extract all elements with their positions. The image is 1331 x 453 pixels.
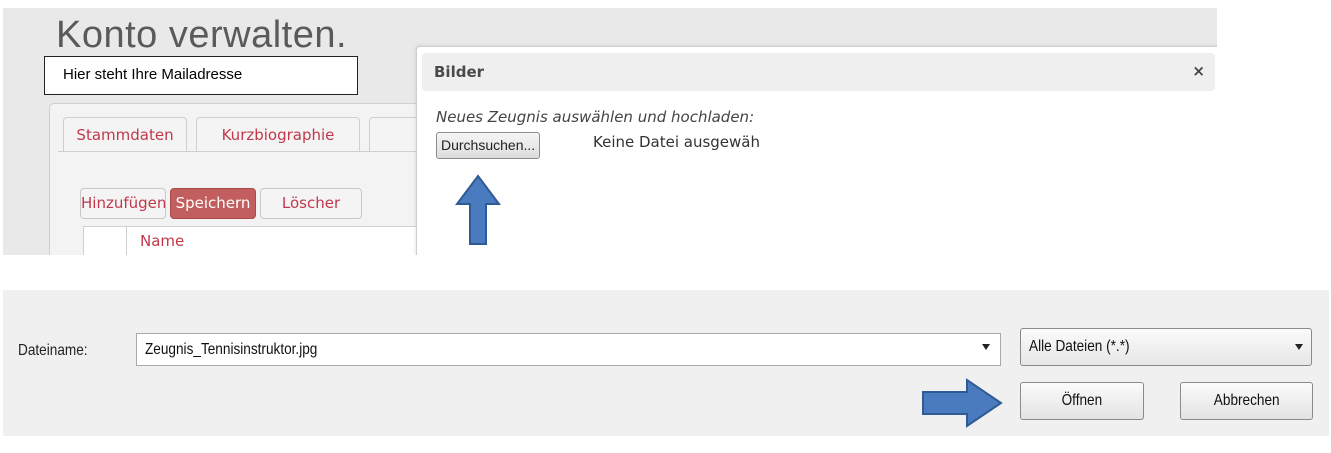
filename-label: Dateiname: bbox=[18, 342, 88, 359]
add-button[interactable]: Hinzufügen bbox=[80, 188, 166, 219]
image-upload-dialog: Bilder × Neues Zeugnis auswählen und hoc… bbox=[416, 46, 1217, 255]
arrow-right-icon bbox=[922, 378, 1003, 428]
account-page-screenshot: Konto verwalten. Stammdaten Kurzbiograph… bbox=[3, 8, 1217, 255]
dialog-title: Bilder bbox=[434, 63, 485, 81]
upload-prompt: Neues Zeugnis auswählen und hochladen: bbox=[436, 108, 755, 126]
selected-file-status: Keine Datei ausgewäh bbox=[593, 133, 761, 151]
grid-column-header-name[interactable]: Name bbox=[140, 232, 184, 250]
delete-button[interactable]: Löscher bbox=[260, 188, 362, 219]
file-open-dialog: Dateiname: Zeugnis_Tennisinstruktor.jpg … bbox=[3, 290, 1329, 436]
grid-column-divider bbox=[126, 226, 127, 255]
tab-stammdaten[interactable]: Stammdaten bbox=[63, 117, 187, 152]
email-annotation-box: Hier steht Ihre Mailadresse bbox=[44, 56, 358, 95]
chevron-down-icon[interactable] bbox=[1295, 344, 1303, 350]
filename-input[interactable]: Zeugnis_Tennisinstruktor.jpg bbox=[136, 333, 1001, 366]
cancel-button[interactable]: Abbrechen bbox=[1180, 382, 1313, 420]
browse-button[interactable]: Durchsuchen... bbox=[436, 132, 541, 159]
cancel-button-label: Abbrechen bbox=[1213, 392, 1280, 409]
filename-value: Zeugnis_Tennisinstruktor.jpg bbox=[145, 341, 318, 358]
tab-strip-divider bbox=[58, 151, 468, 152]
filetype-select[interactable]: Alle Dateien (*.*) bbox=[1020, 328, 1312, 366]
tab-kurzbiographie[interactable]: Kurzbiographie bbox=[196, 117, 360, 152]
filetype-value: Alle Dateien (*.*) bbox=[1029, 338, 1130, 355]
arrow-up-icon bbox=[455, 174, 501, 245]
data-grid bbox=[83, 226, 424, 255]
chevron-down-icon[interactable] bbox=[982, 344, 990, 350]
close-icon[interactable]: × bbox=[1192, 62, 1205, 80]
open-button-label: Öffnen bbox=[1061, 392, 1103, 409]
open-button[interactable]: Öffnen bbox=[1020, 382, 1144, 420]
save-button[interactable]: Speichern bbox=[170, 188, 256, 219]
dialog-header: Bilder × bbox=[422, 53, 1215, 91]
page-title: Konto verwalten. bbox=[56, 14, 348, 56]
